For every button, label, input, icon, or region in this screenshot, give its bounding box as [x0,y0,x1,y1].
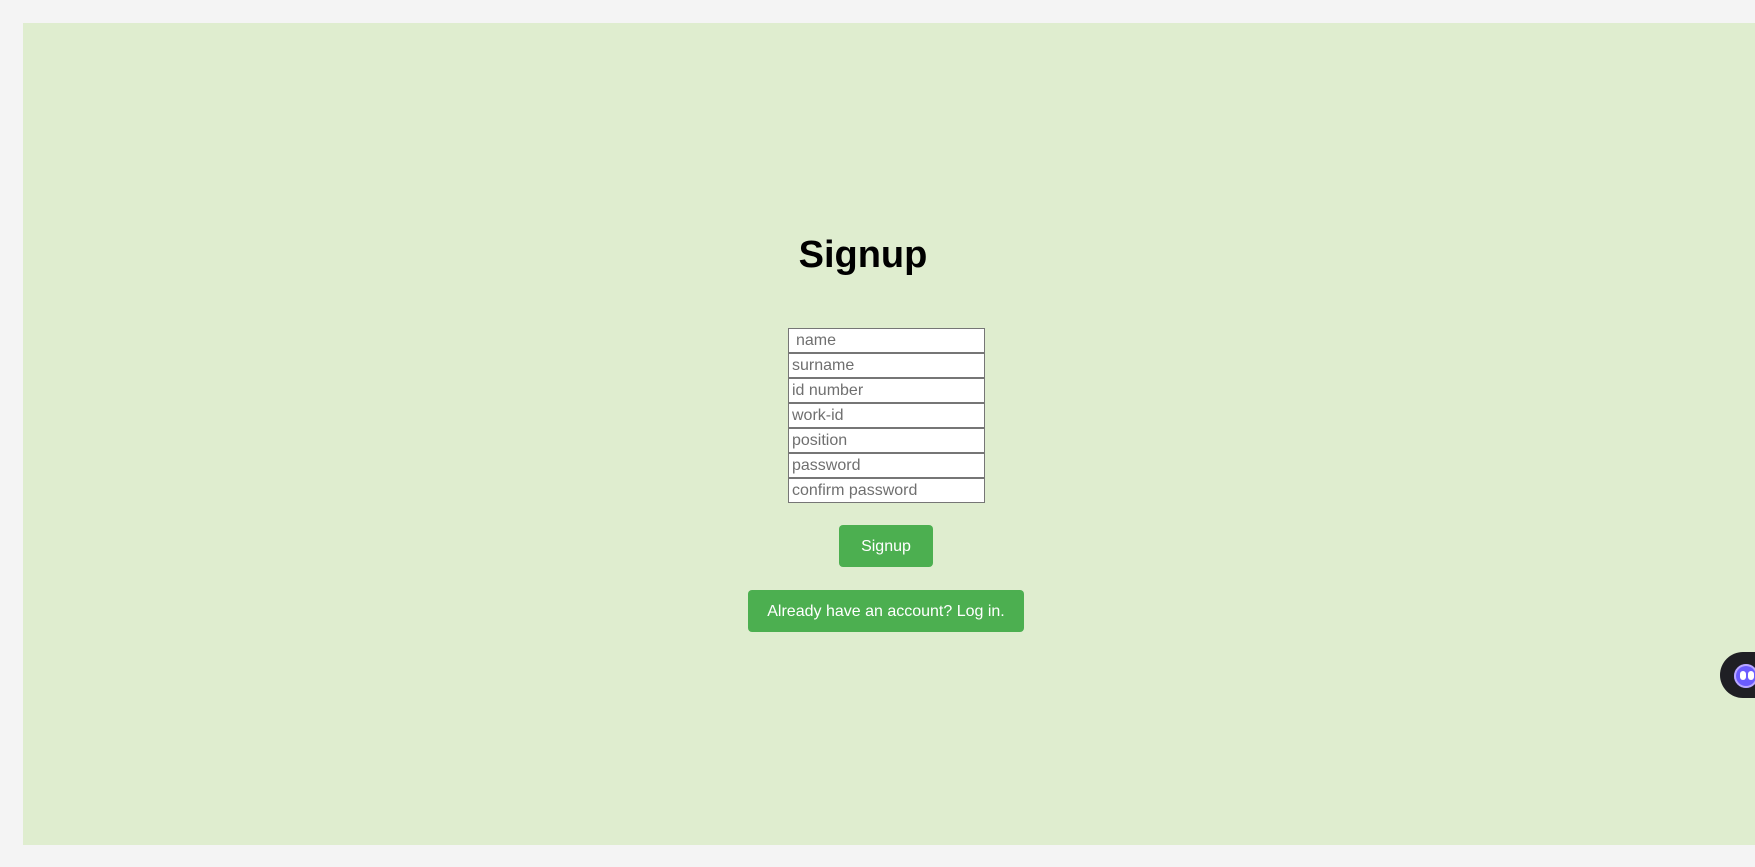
page-title: Signup [798,234,928,276]
surname-field[interactable] [788,353,985,378]
position-field[interactable] [788,428,985,453]
work-id-field[interactable] [788,403,985,428]
signup-form [788,328,985,503]
confirm-password-field[interactable] [788,478,985,503]
password-field[interactable] [788,453,985,478]
assistant-eye-right [1748,671,1754,680]
login-link-button[interactable]: Already have an account? Log in. [748,590,1024,632]
assistant-bot-icon [1734,664,1755,688]
name-field[interactable] [788,328,985,353]
id-number-field[interactable] [788,378,985,403]
assistant-eye-left [1740,671,1746,680]
signup-button[interactable]: Signup [839,525,933,567]
